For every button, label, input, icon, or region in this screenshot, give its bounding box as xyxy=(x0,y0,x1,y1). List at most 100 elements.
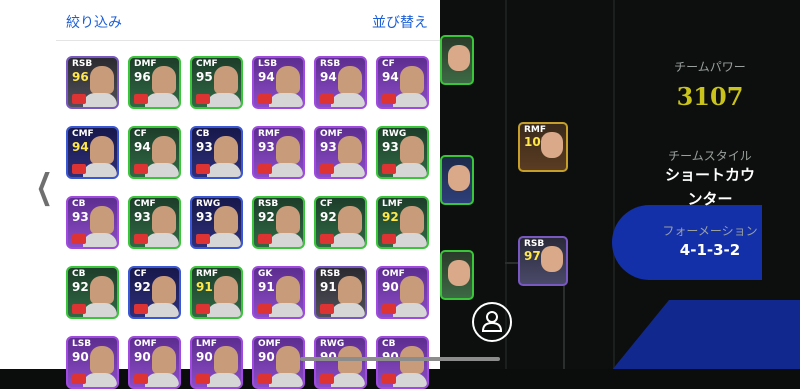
club-badge-icon xyxy=(320,374,334,384)
player-portrait-body xyxy=(83,93,117,107)
club-badge-icon xyxy=(320,94,334,104)
sort-button[interactable]: 並び替え xyxy=(372,12,428,32)
player-card[interactable]: OMF 90 xyxy=(252,336,305,389)
club-badge-icon xyxy=(196,94,210,104)
player-card[interactable]: CF 94 xyxy=(376,56,429,109)
player-card[interactable]: CB 93 xyxy=(190,126,243,179)
player-card[interactable]: CB 93 xyxy=(66,196,119,249)
rating-label: 92 xyxy=(258,210,275,224)
player-card[interactable]: LSB 94 xyxy=(252,56,305,109)
player-card[interactable]: OMF 90 xyxy=(128,336,181,389)
player-portrait-body xyxy=(331,163,365,177)
player-card[interactable]: CF 94 xyxy=(128,126,181,179)
player-portrait xyxy=(400,276,424,304)
player-portrait-body xyxy=(269,93,303,107)
rating-label: 91 xyxy=(258,280,275,294)
position-label: OMF xyxy=(320,129,343,139)
player-card[interactable]: OMF 93 xyxy=(314,126,367,179)
field-player-card[interactable] xyxy=(440,155,474,205)
player-portrait-body xyxy=(207,233,241,247)
position-label: OMF xyxy=(258,339,281,349)
player-portrait-body xyxy=(145,93,179,107)
player-portrait-body xyxy=(393,373,427,387)
player-card[interactable]: CMF 94 xyxy=(66,126,119,179)
rating-label: 94 xyxy=(134,140,151,154)
club-badge-icon xyxy=(72,94,86,104)
player-card[interactable]: RWG90 xyxy=(314,336,367,389)
position-label: CB xyxy=(382,339,396,349)
player-portrait xyxy=(90,206,114,234)
player-card[interactable]: LMF 92 xyxy=(376,196,429,249)
player-card[interactable]: RSB 96 xyxy=(66,56,119,109)
club-badge-icon xyxy=(258,374,272,384)
team-style-value: ショートカウ xyxy=(664,166,755,184)
player-portrait xyxy=(152,346,176,374)
player-portrait xyxy=(276,206,300,234)
player-card[interactable]: RSB 92 xyxy=(252,196,305,249)
player-card[interactable]: LSB 90 xyxy=(66,336,119,389)
player-portrait-body xyxy=(269,233,303,247)
field-player-card[interactable] xyxy=(440,250,474,300)
pitch-line xyxy=(613,0,615,369)
club-badge-icon xyxy=(196,374,210,384)
player-card[interactable]: CMF 93 xyxy=(128,196,181,249)
player-card[interactable]: CMF 95 xyxy=(190,56,243,109)
rating-label: 93 xyxy=(72,210,89,224)
rating-label: 90 xyxy=(134,350,151,364)
rating-label: 95 xyxy=(196,70,213,84)
player-list-panel: ❮ 絞り込み 並び替え RSB 96 DMF 96 CMF 95 LSB 94 RSB 94 CF 9… xyxy=(0,0,440,389)
player-card[interactable]: CB90 xyxy=(376,336,429,389)
player-portrait xyxy=(152,206,176,234)
player-card[interactable]: CF 92 xyxy=(314,196,367,249)
player-card[interactable]: RMF 93 xyxy=(252,126,305,179)
player-portrait xyxy=(214,136,238,164)
rating-label: 92 xyxy=(320,210,337,224)
club-badge-icon xyxy=(196,234,210,244)
club-badge-icon xyxy=(382,94,396,104)
club-badge-icon xyxy=(382,234,396,244)
player-portrait-body xyxy=(207,163,241,177)
field-player-card[interactable] xyxy=(440,35,474,85)
player-card[interactable]: CF 92 xyxy=(128,266,181,319)
player-portrait xyxy=(214,346,238,374)
club-badge-icon xyxy=(72,304,86,314)
chevron-left-icon[interactable]: ❮ xyxy=(36,170,53,204)
player-portrait-body xyxy=(145,233,179,247)
player-card[interactable]: RMF 91 xyxy=(190,266,243,319)
position-label: RMF xyxy=(196,269,219,279)
club-badge-icon xyxy=(258,304,272,314)
team-style-label: チームスタイル xyxy=(668,149,752,163)
player-card[interactable]: RWG 93 xyxy=(190,196,243,249)
club-badge-icon xyxy=(134,234,148,244)
player-card[interactable]: GK 91 xyxy=(252,266,305,319)
rating-label: 92 xyxy=(72,280,89,294)
player-portrait xyxy=(400,206,424,234)
player-portrait xyxy=(90,66,114,94)
profile-button[interactable] xyxy=(472,302,512,342)
position-label: CB xyxy=(72,199,86,209)
field-player-card-rmf[interactable]: RMF 102 xyxy=(518,122,568,172)
player-portrait xyxy=(338,276,362,304)
club-badge-icon xyxy=(258,234,272,244)
field-player-card-rsb[interactable]: RSB 97 xyxy=(518,236,568,286)
player-card[interactable]: RWG 93 xyxy=(376,126,429,179)
player-portrait-body xyxy=(393,163,427,177)
position-label: CF xyxy=(320,199,333,209)
player-card[interactable]: DMF 96 xyxy=(128,56,181,109)
rating-label: 90 xyxy=(196,350,213,364)
player-card[interactable]: RSB 91 xyxy=(314,266,367,319)
rating-label: 93 xyxy=(320,140,337,154)
player-portrait-body xyxy=(393,303,427,317)
player-card[interactable]: RSB 94 xyxy=(314,56,367,109)
scrollbar[interactable] xyxy=(300,357,500,361)
club-badge-icon xyxy=(382,374,396,384)
position-label: RSB xyxy=(72,59,93,69)
filter-button[interactable]: 絞り込み xyxy=(66,12,122,32)
player-card[interactable]: CB 92 xyxy=(66,266,119,319)
club-badge-icon xyxy=(196,304,210,314)
panel-header: 絞り込み 並び替え xyxy=(56,0,440,41)
player-card[interactable]: OMF 90 xyxy=(376,266,429,319)
player-card[interactable]: LMF 90 xyxy=(190,336,243,389)
club-badge-icon xyxy=(134,304,148,314)
player-portrait xyxy=(276,136,300,164)
